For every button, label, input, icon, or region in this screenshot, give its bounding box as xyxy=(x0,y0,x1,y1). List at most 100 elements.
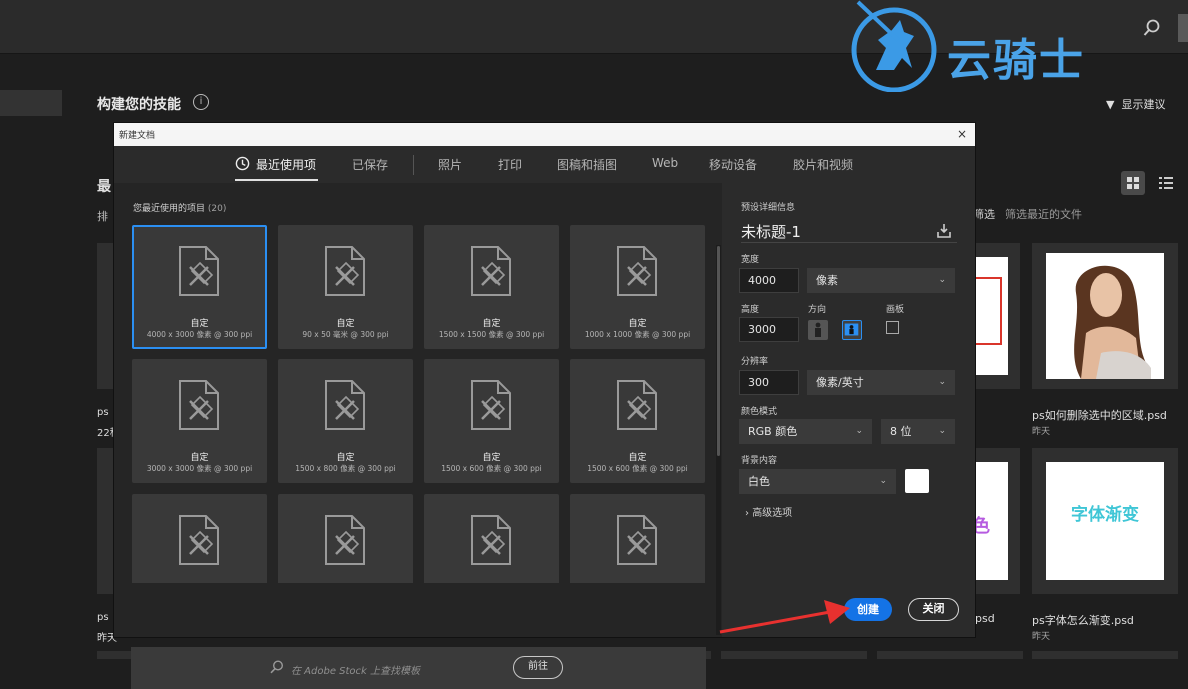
width-unit-select[interactable]: 像素 ⌄ xyxy=(807,268,955,293)
bit-depth-select[interactable]: 8 位 ⌄ xyxy=(881,419,955,444)
list-view-button[interactable] xyxy=(1154,171,1178,195)
recent-file-card[interactable] xyxy=(97,243,113,389)
dialog-title-bar: 新建文档 × xyxy=(114,123,975,146)
filter-input[interactable]: 筛选最近的文件 xyxy=(1005,206,1082,222)
tab-photo[interactable]: 照片 xyxy=(438,156,462,173)
preset-tile[interactable]: 自定 1500 x 1500 像素 @ 300 ppi xyxy=(424,225,559,349)
preset-description: 1500 x 600 像素 @ 300 ppi xyxy=(587,464,688,473)
file-name: psd xyxy=(975,612,995,625)
preset-tile[interactable] xyxy=(278,494,413,583)
preset-tile[interactable]: 自定 1500 x 600 像素 @ 300 ppi xyxy=(424,359,559,483)
width-label: 宽度 xyxy=(741,255,760,265)
sidebar-item-active[interactable] xyxy=(0,90,62,116)
watermark-logo xyxy=(851,0,937,92)
document-icon xyxy=(325,515,365,565)
preset-name: 自定 xyxy=(336,319,355,329)
recent-file-card[interactable] xyxy=(1032,651,1178,659)
document-icon xyxy=(325,380,365,430)
portrait-thumbnail xyxy=(1046,253,1164,379)
name-underline xyxy=(741,242,957,243)
recent-file-card[interactable] xyxy=(970,243,1020,389)
preset-tile[interactable]: 自定 1500 x 600 像素 @ 300 ppi xyxy=(570,359,705,483)
artboard-checkbox[interactable] xyxy=(886,321,899,334)
close-icon[interactable]: × xyxy=(954,126,970,142)
chevron-down-icon: ⌄ xyxy=(938,426,946,436)
background-color-swatch[interactable] xyxy=(905,469,929,493)
search-icon[interactable] xyxy=(1143,19,1161,37)
profile-thumbnail[interactable] xyxy=(1178,14,1188,42)
recent-file-card[interactable] xyxy=(1032,243,1178,389)
stock-go-button[interactable]: 前往 xyxy=(513,656,563,679)
chevron-down-icon: ⌄ xyxy=(879,476,887,486)
preset-description: 3000 x 3000 像素 @ 300 ppi xyxy=(146,464,253,473)
tab-film-video[interactable]: 胶片和视频 xyxy=(793,156,853,173)
preset-tile[interactable]: 自定 3000 x 3000 像素 @ 300 ppi xyxy=(132,359,267,483)
preset-tile[interactable]: 自定 1000 x 1000 像素 @ 300 ppi xyxy=(570,225,705,349)
info-icon[interactable]: i xyxy=(193,94,209,110)
file-thumbnail xyxy=(974,257,1008,375)
file-name: ps如何删除选中的区域.psd xyxy=(1032,409,1167,422)
scrollbar-thumb[interactable] xyxy=(717,246,720,456)
recent-heading: 最 xyxy=(97,179,111,195)
preset-tile[interactable] xyxy=(570,494,705,583)
bit-depth-value: 8 位 xyxy=(890,425,912,438)
tab-mobile[interactable]: 移动设备 xyxy=(709,156,757,173)
orientation-label: 方向 xyxy=(808,305,827,315)
tab-recent[interactable]: 最近使用项 xyxy=(256,156,316,173)
color-mode-select[interactable]: RGB 颜色 ⌄ xyxy=(739,419,872,444)
adobe-stock-search-bar: 在 Adobe Stock 上查找模板 前往 xyxy=(131,647,706,689)
chevron-down-icon: ⌄ xyxy=(938,377,946,387)
recent-file-card[interactable]: 字体渐变 xyxy=(1032,448,1178,594)
search-icon xyxy=(270,660,284,674)
resolution-unit-select[interactable]: 像素/英寸 ⌄ xyxy=(807,370,955,395)
grid-icon xyxy=(1127,177,1139,189)
preset-category-tabs: 最近使用项 已保存 照片 打印 图稿和插图 Web 移动设备 胶片和视频 xyxy=(114,146,975,182)
tab-art-illustration[interactable]: 图稿和插图 xyxy=(557,156,617,173)
preset-tile[interactable]: 自定 4000 x 3000 像素 @ 300 ppi xyxy=(132,225,267,349)
preset-name: 自定 xyxy=(628,453,647,463)
recent-file-card[interactable] xyxy=(877,651,1023,659)
advanced-options-toggle[interactable]: › 高级选项 xyxy=(745,504,792,519)
landscape-orientation-button[interactable] xyxy=(842,320,862,340)
preset-name: 自定 xyxy=(628,319,647,329)
preset-tile[interactable] xyxy=(424,494,559,583)
recent-file-card[interactable]: 色 xyxy=(970,448,1020,594)
stock-search-input[interactable]: 在 Adobe Stock 上查找模板 xyxy=(291,662,420,677)
save-preset-icon[interactable] xyxy=(936,223,952,239)
tab-web[interactable]: Web xyxy=(652,156,678,170)
show-suggestions-toggle[interactable]: ▼ 显示建议 xyxy=(1106,96,1165,112)
preset-name: 自定 xyxy=(482,319,501,329)
clock-icon xyxy=(235,156,250,171)
document-icon xyxy=(325,246,365,296)
tab-print[interactable]: 打印 xyxy=(498,156,522,173)
advanced-options-label: 高级选项 xyxy=(752,508,793,519)
background-select[interactable]: 白色 ⌄ xyxy=(739,469,896,494)
document-name-input[interactable]: 未标题-1 xyxy=(741,221,801,242)
filter-label: 筛选 xyxy=(973,208,995,221)
show-suggestions-label: 显示建议 xyxy=(1121,98,1166,111)
file-name: ps字体怎么渐变.psd xyxy=(1032,614,1134,627)
width-input[interactable]: 4000 xyxy=(739,268,799,293)
preset-tile[interactable]: 自定 1500 x 800 像素 @ 300 ppi xyxy=(278,359,413,483)
close-button[interactable]: 关闭 xyxy=(908,598,959,621)
sort-label[interactable]: 排 xyxy=(97,208,108,224)
portrait-orientation-button[interactable] xyxy=(808,320,828,340)
preset-tile[interactable] xyxy=(132,494,267,583)
chevron-down-icon: ⌄ xyxy=(938,275,946,285)
resolution-input[interactable]: 300 xyxy=(739,370,799,395)
watermark-text: 云骑士 xyxy=(947,35,1085,86)
preset-tile[interactable]: 自定 90 x 50 毫米 @ 300 ppi xyxy=(278,225,413,349)
tab-divider xyxy=(413,155,414,175)
person-icon xyxy=(815,322,821,337)
preset-description: 4000 x 3000 像素 @ 300 ppi xyxy=(146,330,253,339)
file-name: ps xyxy=(97,407,109,418)
document-icon xyxy=(617,246,657,296)
recent-file-card[interactable] xyxy=(97,448,113,594)
active-tab-underline xyxy=(235,179,318,181)
background-value: 白色 xyxy=(748,475,770,488)
document-icon xyxy=(617,515,657,565)
recent-file-card[interactable] xyxy=(721,651,867,659)
height-input[interactable]: 3000 xyxy=(739,317,799,342)
grid-view-button[interactable] xyxy=(1121,171,1145,195)
tab-saved[interactable]: 已保存 xyxy=(352,156,388,173)
